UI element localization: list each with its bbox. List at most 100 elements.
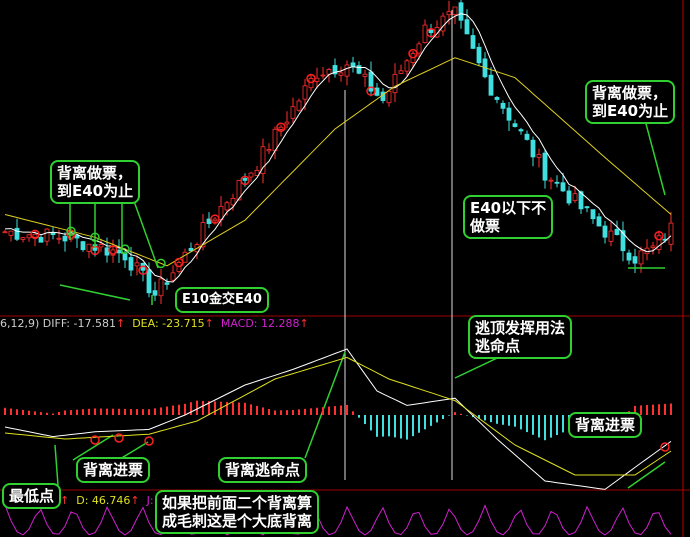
candle-body: [164, 282, 170, 285]
candle-body: [548, 179, 554, 182]
candle-body: [242, 178, 248, 181]
candle-body: [302, 85, 308, 100]
candle-body: [224, 202, 230, 211]
candle-body: [416, 43, 422, 54]
annotation-escape-top: 逃顶发挥用法 逃命点: [468, 315, 573, 359]
candle-body: [2, 231, 8, 234]
candle-body: [536, 154, 542, 158]
annotation-big-bottom: 如果把前面二个背离算 成毛刺这是个大底背离: [155, 490, 320, 534]
candle-body: [122, 253, 128, 261]
candle-body: [542, 152, 548, 181]
candle-body: [212, 218, 218, 222]
candle-body: [20, 237, 26, 240]
candle-body: [560, 182, 566, 192]
macd-params: 6,12,9): [0, 317, 40, 330]
candle-body: [62, 235, 68, 242]
candle-body: [146, 269, 152, 294]
candle-body: [632, 256, 638, 264]
candle-body: [248, 172, 254, 178]
candle-body: [608, 230, 614, 242]
candle-body: [290, 106, 296, 119]
candle-body: [44, 228, 50, 242]
annotation-divergence-escape: 背离逃命点: [218, 457, 308, 483]
candle-body: [554, 181, 560, 184]
macd-value: MACD: 12.288: [220, 317, 300, 330]
arrow-up-icon: ↑: [115, 317, 126, 330]
candle-body: [362, 73, 368, 77]
candle-body: [506, 107, 512, 121]
arrow-up-icon: ↑: [299, 317, 309, 330]
candle-body: [566, 190, 572, 204]
candle-body: [668, 222, 674, 245]
candle-body: [470, 35, 476, 49]
candle-body: [14, 227, 20, 240]
candle-body: [266, 149, 272, 152]
candle-body: [338, 72, 344, 76]
arrow-up-icon: ↑: [130, 494, 140, 507]
candle-body: [74, 235, 80, 239]
annotation-pointer: [54, 444, 59, 486]
candle-body: [38, 237, 44, 243]
candle-body: [278, 126, 284, 130]
candle-body: [638, 250, 644, 265]
candle-body: [590, 209, 596, 220]
candle-body: [464, 19, 470, 35]
macd-divergence-marker: [144, 436, 154, 446]
candle-body: [320, 74, 326, 77]
candle-body: [80, 241, 86, 251]
candle-body: [398, 70, 404, 74]
annotation-divergence-entry-left: 背离进票: [76, 457, 151, 483]
candle-body: [152, 290, 158, 296]
candle-body: [134, 262, 140, 267]
candle-body: [458, 2, 464, 21]
candle-body: [440, 15, 446, 32]
candle-body: [476, 46, 482, 64]
candle-body: [596, 216, 602, 227]
candle-body: [428, 28, 434, 34]
candle-body: [626, 252, 632, 261]
annotation-below-e40: E40以下不 做票: [463, 195, 554, 239]
candle-body: [524, 133, 530, 140]
candle-body: [614, 228, 620, 235]
candle-body: [56, 237, 62, 240]
candle-body: [392, 73, 398, 94]
candle-body: [494, 97, 500, 100]
candle-body: [230, 198, 236, 206]
annotation-pointer: [59, 284, 131, 301]
candle-body: [344, 64, 350, 77]
macd-legend: 6,12,9) DIFF: -17.581↑, DEA: -23.715↑, M…: [0, 317, 309, 330]
candle-body: [170, 272, 176, 281]
candle-body: [32, 233, 38, 238]
candle-body: [404, 60, 410, 72]
candle-body: [296, 100, 302, 111]
arrow-up-icon: ↑: [60, 494, 70, 507]
candle-body: [8, 230, 14, 236]
macd-divergence-marker: [114, 433, 124, 443]
diff-value: DIFF: -17.581: [42, 317, 116, 330]
dea-value: DEA: -23.715: [132, 317, 205, 330]
candle-body: [158, 278, 164, 297]
candle-body: [572, 193, 578, 202]
candle-body: [98, 244, 104, 248]
annotation-divergence-buy-left: 背离做票， 到E40为止: [50, 160, 141, 204]
candle-body: [584, 206, 590, 209]
candle-body: [512, 123, 518, 127]
arrow-up-icon: ↑: [204, 317, 214, 330]
candle-body: [650, 245, 656, 248]
candle-body: [446, 11, 452, 16]
annotation-pointer: [644, 119, 666, 196]
d-value: D: 46.746: [76, 494, 131, 507]
candle-body: [518, 129, 524, 132]
candle-body: [602, 225, 608, 238]
j-line: [4, 503, 672, 536]
candle-body: [386, 90, 392, 104]
annotation-golden-cross: E10金交E40: [175, 287, 269, 313]
macd-divergence-marker: [660, 442, 670, 452]
annotation-divergence-entry-right: 背离进票: [568, 412, 643, 438]
candle-body: [272, 128, 278, 152]
candle-body: [368, 71, 374, 92]
candle-body: [350, 62, 356, 67]
annotation-divergence-buy-right: 背离做票， 到E40为止: [585, 80, 676, 124]
candle-body: [488, 74, 494, 96]
candle-body: [500, 102, 506, 109]
